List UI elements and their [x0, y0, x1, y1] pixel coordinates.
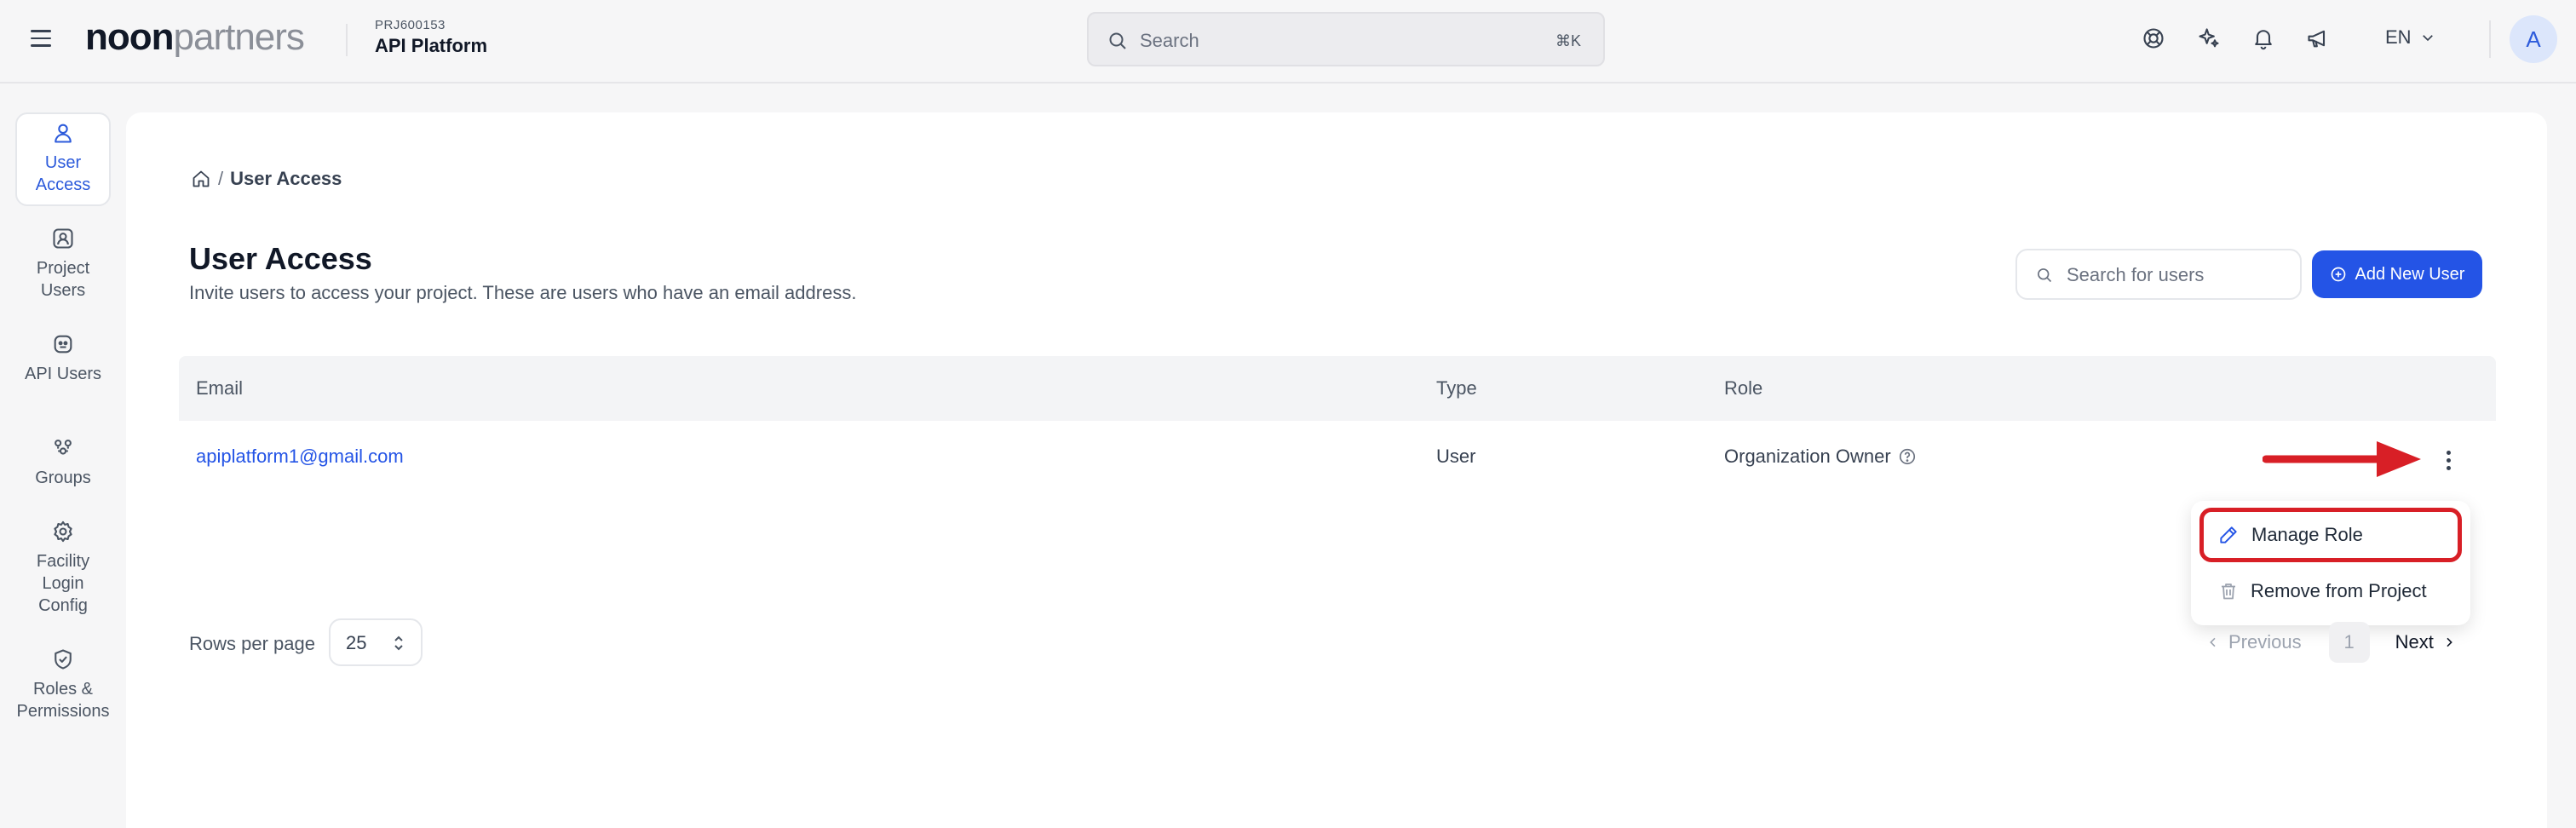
top-header: noonpartners PRJ600153 API Platform Sear…: [0, 0, 2576, 83]
project-id: PRJ600153: [375, 18, 446, 32]
page-number-button[interactable]: 1: [2328, 622, 2370, 663]
rows-per-page-label: Rows per page: [189, 633, 315, 654]
language-selector[interactable]: EN: [2385, 26, 2435, 49]
column-header-type: Type: [1436, 377, 1477, 399]
gear-icon: [54, 520, 72, 543]
user-search-placeholder: Search for users: [2067, 264, 2205, 285]
help-circle-icon[interactable]: [1898, 447, 1917, 466]
previous-page-button[interactable]: Previous: [2206, 630, 2302, 654]
header-divider: [346, 24, 348, 56]
annotation-arrow-icon: [2263, 441, 2421, 477]
add-new-user-button[interactable]: Add New User: [2312, 250, 2482, 298]
plus-circle-icon: [2331, 267, 2345, 282]
groups-icon: [55, 440, 72, 455]
sidebar-item-api-users[interactable]: API Users: [15, 332, 111, 385]
trash-icon: [2222, 584, 2235, 600]
breadcrumb-current: User Access: [230, 168, 342, 189]
rows-per-page-select[interactable]: 25: [329, 618, 423, 666]
search-shortcut: ⌘K: [1555, 32, 1581, 49]
next-page-button[interactable]: Next: [2395, 630, 2456, 654]
home-icon[interactable]: [191, 169, 211, 189]
megaphone-icon[interactable]: [2303, 23, 2333, 54]
menu-item-manage-role[interactable]: Manage Role: [2199, 508, 2462, 562]
pencil-icon: [2220, 526, 2237, 543]
row-actions-menu: Manage Role Remove from Project: [2191, 501, 2470, 625]
column-header-role: Role: [1724, 377, 1763, 399]
user-role-label: Organization Owner: [1724, 446, 1891, 467]
breadcrumb: / User Access: [191, 167, 342, 191]
user-email-link[interactable]: apiplatform1@gmail.com: [196, 445, 404, 469]
chevron-up-down-icon: [394, 635, 403, 651]
global-search-input[interactable]: Search ⌘K: [1087, 12, 1605, 66]
row-actions-kebab-icon[interactable]: [2438, 446, 2458, 474]
rows-per-page-value: 25: [346, 632, 367, 653]
logo[interactable]: noonpartners: [85, 15, 305, 60]
language-label: EN: [2385, 26, 2412, 48]
avatar[interactable]: A: [2510, 15, 2557, 63]
global-search-placeholder: Search: [1140, 30, 1199, 51]
header-divider-2: [2489, 20, 2491, 58]
breadcrumb-separator: /: [218, 168, 224, 189]
chevron-down-icon: [2422, 35, 2433, 42]
bell-icon[interactable]: [2248, 23, 2279, 54]
hamburger-icon[interactable]: [31, 26, 56, 51]
add-new-user-label: Add New User: [2355, 264, 2465, 284]
search-icon: [2038, 268, 2052, 283]
sidebar-item-label: Facility Login Config: [36, 552, 90, 615]
api-bot-icon: [54, 335, 72, 354]
pagination: Previous 1 Next: [2206, 622, 2456, 663]
table-header: Email Type Role: [179, 356, 2496, 421]
sidebar-item-label: Groups: [35, 469, 91, 487]
search-icon: [1109, 32, 1126, 49]
logo-partners-text: partners: [173, 16, 305, 58]
shield-check-icon: [55, 649, 72, 670]
logo-noon-text: noon: [85, 16, 175, 58]
sidebar-item-project-users[interactable]: Project Users: [15, 227, 111, 302]
column-header-email: Email: [196, 377, 244, 399]
previous-page-label: Previous: [2228, 631, 2302, 653]
page-title: User Access: [189, 241, 372, 276]
sidebar-item-user-access[interactable]: User Access: [15, 112, 111, 206]
sidebar-item-groups[interactable]: Groups: [15, 436, 111, 489]
user-role: Organization Owner: [1724, 445, 1917, 469]
sidebar-item-roles-permissions[interactable]: Roles & Permissions: [15, 647, 111, 722]
sidebar-item-label: User Access: [35, 153, 91, 194]
chevron-left-icon: [2210, 637, 2216, 647]
sidebar-item-facility-login-config[interactable]: Facility Login Config: [15, 520, 111, 617]
ai-sparkles-icon[interactable]: [2194, 23, 2224, 54]
menu-item-label: Remove from Project: [2251, 580, 2427, 601]
sidebar-item-label: API Users: [24, 365, 102, 383]
sidebar-item-label: Roles & Permissions: [16, 680, 110, 721]
help-lifebuoy-icon[interactable]: [2138, 23, 2169, 54]
menu-item-label: Manage Role: [2251, 524, 2363, 545]
user-icon: [55, 124, 72, 143]
next-page-label: Next: [2395, 631, 2434, 653]
project-switcher[interactable]: PRJ600153 API Platform: [375, 17, 487, 58]
user-badge-icon: [53, 228, 73, 249]
table-row: apiplatform1@gmail.com User Organization…: [179, 421, 2496, 496]
user-type: User: [1436, 446, 1476, 467]
sidebar: User Access Project Users API Users Grou…: [0, 85, 126, 828]
sidebar-item-label: Project Users: [36, 259, 90, 300]
user-search-input[interactable]: Search for users: [2015, 249, 2302, 300]
project-name: API Platform: [375, 35, 488, 56]
menu-item-remove-from-project[interactable]: Remove from Project: [2199, 564, 2462, 618]
page-subtitle: Invite users to access your project. The…: [189, 282, 857, 303]
main-card: / User Access User Access Invite users t…: [126, 112, 2547, 828]
chevron-right-icon: [2447, 637, 2452, 647]
app-root: noonpartners PRJ600153 API Platform Sear…: [0, 0, 2576, 828]
